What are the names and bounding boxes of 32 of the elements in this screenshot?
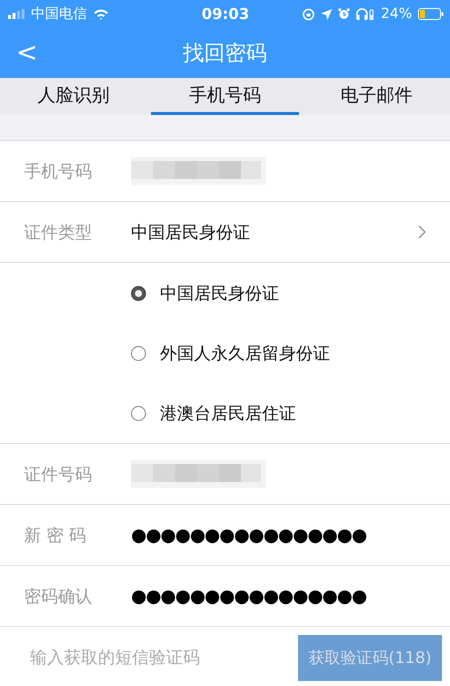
battery-icon (418, 8, 444, 20)
field-label: 新 密 码 (24, 524, 87, 546)
battery-percent: 24% (380, 6, 412, 22)
headphones-icon (356, 8, 375, 20)
radio-button[interactable] (131, 346, 146, 360)
field-label: 手机号码 (24, 160, 93, 182)
rotation-lock-icon (302, 8, 315, 20)
radio-button[interactable] (131, 406, 146, 420)
tab[interactable]: 人脸识别 (0, 78, 148, 115)
password-field[interactable]: ●●●●●●●●●●●●●●●● (131, 524, 366, 546)
option-label: 港澳台居民居住证 (160, 402, 296, 424)
option-label: 中国居民身份证 (160, 282, 279, 304)
field-label: 证件号码 (24, 464, 93, 486)
page-title: 找回密码 (183, 40, 267, 67)
alarm-icon (338, 8, 350, 20)
select-value: 中国居民身份证 (131, 222, 250, 244)
wifi-icon (93, 8, 109, 20)
option-label: 外国人永久居留身份证 (160, 342, 330, 364)
status-time: 09:03 (202, 5, 250, 23)
radio-option[interactable]: 港澳台居民居住证 (131, 383, 296, 443)
tab[interactable]: 电子邮件 (302, 78, 450, 115)
id-type-select[interactable]: 证件类型 中国居民身份证 (0, 202, 450, 263)
carrier-name: 中国电信 (31, 5, 87, 23)
signal-icon (8, 9, 25, 19)
radio-option[interactable]: 外国人永久居留身份证 (131, 323, 330, 383)
field-label: 证件类型 (24, 222, 93, 244)
password-field[interactable]: ●●●●●●●●●●●●●●●● (131, 586, 366, 606)
field-label: 密码确认 (24, 586, 93, 608)
location-icon (320, 8, 332, 20)
chevron-right-icon (418, 225, 426, 239)
radio-option[interactable]: 中国居民身份证 (131, 263, 279, 323)
radio-button[interactable] (131, 286, 146, 300)
